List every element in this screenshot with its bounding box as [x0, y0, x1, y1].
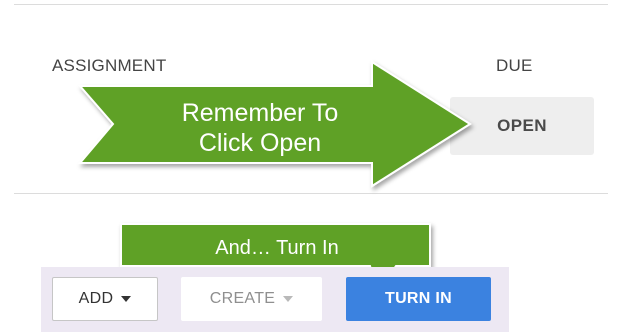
small-arrow-text: And… Turn In	[215, 237, 339, 259]
add-button[interactable]: ADD	[52, 277, 158, 321]
chevron-down-icon	[121, 296, 132, 302]
big-arrow-line2: Click Open	[198, 129, 322, 157]
create-label: CREATE	[209, 290, 276, 307]
turn-in-button[interactable]: TURN IN	[346, 277, 491, 321]
chevron-down-icon	[283, 296, 294, 302]
create-button[interactable]: CREATE	[181, 277, 322, 321]
big-arrow-text: Remember To Click Open	[140, 98, 380, 158]
big-arrow-line1: Remember To	[181, 99, 339, 127]
add-label: ADD	[78, 290, 114, 307]
